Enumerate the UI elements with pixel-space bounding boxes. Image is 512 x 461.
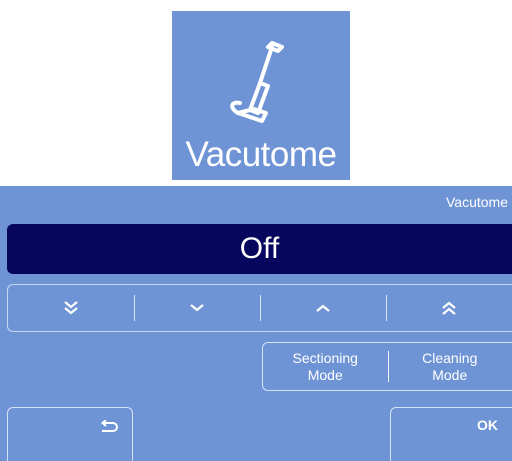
- sectioning-mode-button[interactable]: Sectioning Mode: [263, 343, 388, 390]
- ok-button[interactable]: OK: [390, 407, 512, 461]
- level-stepper: [7, 284, 512, 332]
- mode-selector: Sectioning Mode Cleaning Mode: [262, 342, 512, 391]
- vacutome-panel: Vacutome Off Sectioning Mode Cleaning Mo…: [0, 186, 512, 461]
- vacutome-app-icon[interactable]: Vacutome: [172, 11, 350, 180]
- fast-up-button[interactable]: [386, 285, 512, 331]
- back-button[interactable]: [7, 407, 133, 461]
- chevron-down-icon: [190, 304, 204, 312]
- fast-down-button[interactable]: [8, 285, 134, 331]
- double-chevron-down-icon: [64, 301, 78, 315]
- status-display: Off: [7, 224, 512, 274]
- icon-label: Vacutome: [185, 135, 338, 174]
- up-button[interactable]: [260, 285, 386, 331]
- down-button[interactable]: [134, 285, 260, 331]
- chevron-up-icon: [316, 304, 330, 312]
- vacuum-cleaner-icon: [230, 41, 284, 123]
- mode-label-line2: Mode: [432, 366, 468, 383]
- mode-label-line1: Sectioning: [292, 349, 358, 366]
- mode-label-line2: Mode: [307, 366, 343, 383]
- panel-title: Vacutome: [446, 194, 508, 210]
- double-chevron-up-icon: [442, 301, 456, 315]
- return-arrow-icon: [100, 420, 118, 432]
- mode-label-line1: Cleaning: [422, 349, 478, 366]
- cleaning-mode-button[interactable]: Cleaning Mode: [387, 343, 512, 390]
